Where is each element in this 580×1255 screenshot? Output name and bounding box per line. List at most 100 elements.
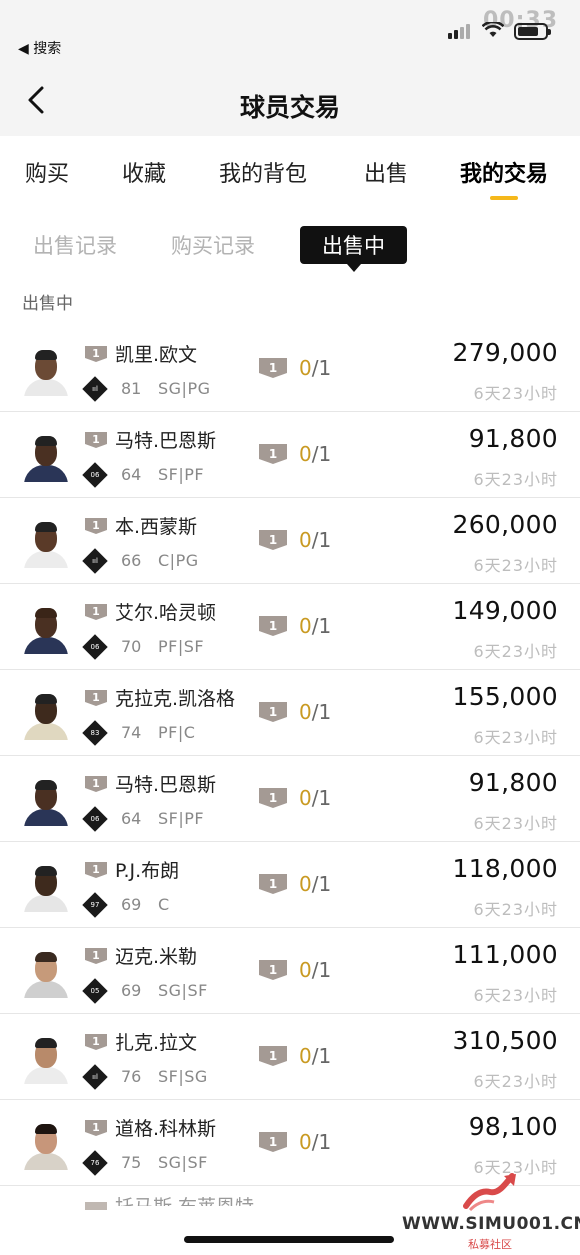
tab-favorites[interactable]: 收藏: [122, 156, 166, 188]
level-badge: 1: [85, 948, 107, 964]
listing-price: 91,800: [468, 424, 558, 453]
player-name: 凯里.欧文: [115, 344, 198, 366]
card-type-icon: 06: [82, 462, 108, 488]
quality-badge: 1: [259, 616, 287, 636]
wifi-icon: [481, 20, 505, 42]
tab-buy[interactable]: 购买: [25, 156, 69, 188]
player-rating: 69: [121, 895, 142, 914]
player-avatar: [22, 520, 70, 568]
player-position: SF|SG: [158, 1067, 208, 1086]
player-name: 本.西蒙斯: [115, 516, 198, 538]
tab-my-bag[interactable]: 我的背包: [219, 156, 307, 188]
listing-price: 111,000: [452, 940, 558, 969]
card-type-icon: 83: [82, 720, 108, 746]
sold-count: 0/1: [299, 786, 332, 810]
listing-row[interactable]: 1 马特.巴恩斯 06 64 SF|PF 1 0/1 91,800 6天23小时: [0, 756, 580, 842]
subtab-on-sale[interactable]: 出售中: [300, 226, 407, 272]
listing-row[interactable]: 1 凯里.欧文 ııl 81 SG|PG 1 0/1 279,000 6天23小…: [0, 326, 580, 412]
subtab-buy-records[interactable]: 购买记录: [171, 230, 255, 260]
player-name: 托马斯.布莱恩特: [115, 1194, 254, 1206]
listing-row[interactable]: 1 迈克.米勒 05 69 SG|SF 1 0/1 111,000 6天23小时: [0, 928, 580, 1014]
listing-row[interactable]: 1 艾尔.哈灵顿 06 70 PF|SF 1 0/1 149,000 6天23小…: [0, 584, 580, 670]
sold-count: 0/1: [299, 614, 332, 638]
player-name: 马特.巴恩斯: [115, 774, 217, 796]
player-avatar: [22, 692, 70, 740]
listing-row[interactable]: 1 P.J.布朗 97 69 C 1 0/1 118,000 6天23小时: [0, 842, 580, 928]
time-remaining: 6天23小时: [473, 814, 558, 833]
listing-row[interactable]: 1 本.西蒙斯 ııl 66 C|PG 1 0/1 260,000 6天23小时: [0, 498, 580, 584]
level-badge: 1: [85, 604, 107, 620]
time-remaining: 6天23小时: [473, 728, 558, 747]
player-position: SF|PF: [158, 465, 205, 484]
listing-row[interactable]: 1 扎克.拉文 ııl 76 SF|SG 1 0/1 310,500 6天23小…: [0, 1014, 580, 1100]
battery-icon: [514, 23, 551, 40]
player-rating: 76: [121, 1067, 142, 1086]
subtab-sell-records[interactable]: 出售记录: [33, 230, 117, 260]
level-badge: 1: [85, 432, 107, 448]
watermark-sub: 私募社区: [468, 1238, 512, 1251]
time-remaining: 6天23小时: [473, 642, 558, 661]
listing-row[interactable]: 1 马特.巴恩斯 06 64 SF|PF 1 0/1 91,800 6天23小时: [0, 412, 580, 498]
home-indicator[interactable]: [184, 1236, 394, 1243]
sold-count: 0/1: [299, 442, 332, 466]
main-tabs: 购买 收藏 我的背包 出售 我的交易: [0, 136, 580, 208]
card-type-icon: 05: [82, 978, 108, 1004]
level-badge: 1: [85, 518, 107, 534]
level-badge: 1: [85, 690, 107, 706]
listing-price: 279,000: [452, 338, 558, 367]
time-remaining: 6天23小时: [473, 384, 558, 403]
section-label: 出售中: [22, 294, 73, 314]
cellular-signal-icon: [448, 24, 470, 39]
watermark-site: WWW.SIMU001.CN: [402, 1214, 580, 1234]
player-name: 艾尔.哈灵顿: [115, 602, 217, 624]
player-rating: 66: [121, 551, 142, 570]
level-badge: 1: [85, 776, 107, 792]
sold-count: 0/1: [299, 1044, 332, 1068]
listing-price: 310,500: [452, 1026, 558, 1055]
quality-badge: 1: [259, 1046, 287, 1066]
player-rating: 81: [121, 379, 142, 398]
player-position: SG|PG: [158, 379, 211, 398]
player-avatar: [22, 778, 70, 826]
level-badge: [85, 1202, 107, 1210]
quality-badge: 1: [259, 1132, 287, 1152]
player-avatar: [22, 434, 70, 482]
player-avatar: [22, 348, 70, 396]
level-badge: 1: [85, 346, 107, 362]
quality-badge: 1: [259, 788, 287, 808]
card-type-icon: ııl: [82, 1064, 108, 1090]
tab-my-trades[interactable]: 我的交易: [460, 156, 548, 200]
listing-row[interactable]: 1 克拉克.凯洛格 83 74 PF|C 1 0/1 155,000 6天23小…: [0, 670, 580, 756]
card-type-icon: 97: [82, 892, 108, 918]
player-rating: 70: [121, 637, 142, 656]
card-type-icon: 06: [82, 634, 108, 660]
player-avatar: [22, 864, 70, 912]
listing-price: 260,000: [452, 510, 558, 539]
card-type-icon: 06: [82, 806, 108, 832]
quality-badge: 1: [259, 530, 287, 550]
player-name: 扎克.拉文: [115, 1032, 198, 1054]
sold-count: 0/1: [299, 872, 332, 896]
player-rating: 64: [121, 809, 142, 828]
sub-tabs: 出售记录 购买记录 出售中: [0, 222, 580, 272]
level-badge: 1: [85, 1120, 107, 1136]
tab-sell[interactable]: 出售: [364, 156, 408, 188]
listing-price: 155,000: [452, 682, 558, 711]
card-type-icon: ııl: [82, 376, 108, 402]
player-position: C: [158, 895, 170, 914]
player-position: SG|SF: [158, 981, 208, 1000]
back-to-search-link[interactable]: ◀ 搜索: [18, 38, 61, 58]
player-position: C|PG: [158, 551, 199, 570]
quality-badge: 1: [259, 960, 287, 980]
watermark-logo-icon: [463, 1173, 516, 1212]
listing-price: 98,100: [468, 1112, 558, 1141]
player-name: 克拉克.凯洛格: [115, 688, 236, 710]
sold-count: 0/1: [299, 958, 332, 982]
sold-count: 0/1: [299, 700, 332, 724]
time-remaining: 6天23小时: [473, 900, 558, 919]
player-name: P.J.布朗: [115, 860, 180, 882]
player-rating: 64: [121, 465, 142, 484]
player-rating: 74: [121, 723, 142, 742]
listing-price: 91,800: [468, 768, 558, 797]
player-name: 道格.科林斯: [115, 1118, 217, 1140]
